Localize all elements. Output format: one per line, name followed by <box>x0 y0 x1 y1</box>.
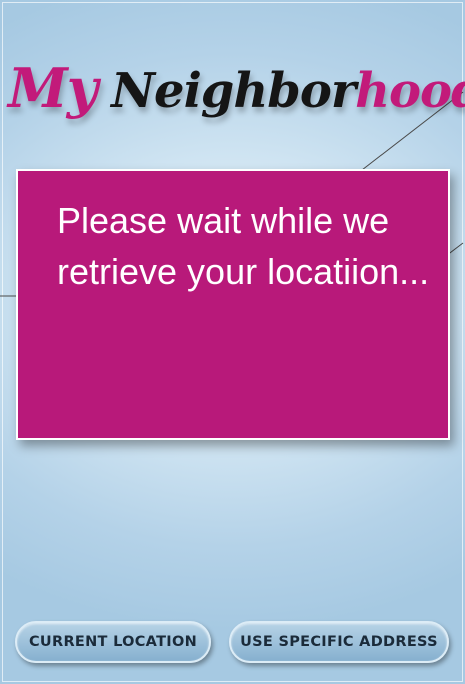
app-logo: MyNeighborhood <box>8 42 465 134</box>
loading-dialog: Please wait while we retrieve your locat… <box>16 169 450 440</box>
loading-message: Please wait while we retrieve your locat… <box>57 200 430 292</box>
current-location-button[interactable]: CURRENT LOCATION <box>15 621 211 663</box>
logo-word-hood: hood <box>355 63 465 119</box>
use-specific-address-button[interactable]: USE SPECIFIC ADDRESS <box>229 621 449 663</box>
logo-word-my: My <box>8 56 98 120</box>
logo-word-neighbor: Neighbor <box>111 63 356 119</box>
